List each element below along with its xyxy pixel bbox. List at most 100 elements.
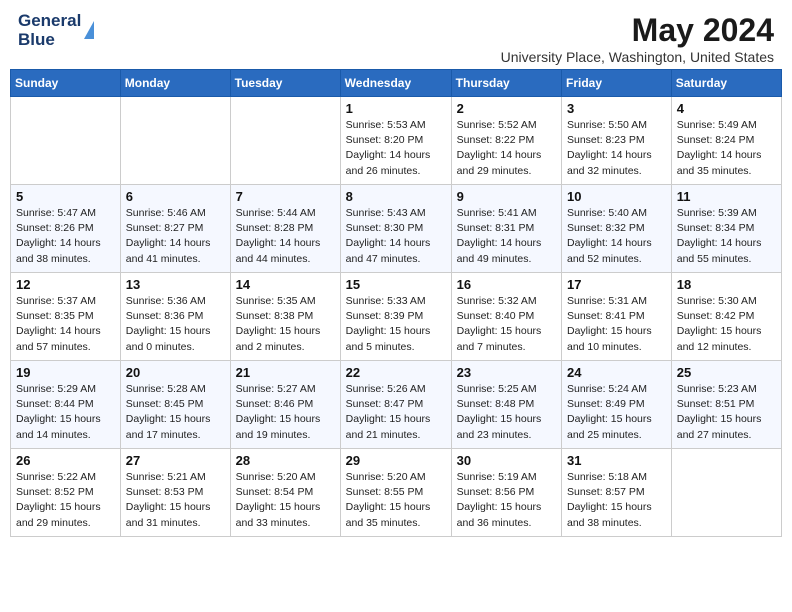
calendar-cell: 13Sunrise: 5:36 AM Sunset: 8:36 PM Dayli… <box>120 273 230 361</box>
calendar-cell: 8Sunrise: 5:43 AM Sunset: 8:30 PM Daylig… <box>340 185 451 273</box>
day-info: Sunrise: 5:40 AM Sunset: 8:32 PM Dayligh… <box>567 206 666 267</box>
calendar-cell: 22 Sunrise: 5:26 AM Sunset: 8:47 PM Dayli… <box>340 361 451 449</box>
day-info: Sunrise: 5:52 AM Sunset: 8:22 PM Dayligh… <box>457 118 556 179</box>
day-info: Sunrise: 5:39 AM Sunset: 8:34 PM Dayligh… <box>677 206 776 267</box>
logo-blue: Blue <box>18 31 81 50</box>
day-number: 30 <box>457 453 556 468</box>
day-number: 16 <box>457 277 556 292</box>
day-number: 13 <box>126 277 225 292</box>
calendar-cell <box>671 449 781 537</box>
calendar-cell: 25 Sunrise: 5:23 AM Sunset: 8:51 PM Dayli… <box>671 361 781 449</box>
day-of-week-header: Wednesday <box>340 70 451 97</box>
days-of-week-row: SundayMondayTuesdayWednesdayThursdayFrid… <box>11 70 782 97</box>
calendar-cell <box>230 97 340 185</box>
title-block: May 2024 University Place, Washington, U… <box>501 12 774 65</box>
month-title: May 2024 <box>501 12 774 49</box>
day-info: Sunrise: 5:24 AM Sunset: 8:49 PM Dayligh… <box>567 382 666 443</box>
calendar-cell: 30 Sunrise: 5:19 AM Sunset: 8:56 PM Dayli… <box>451 449 561 537</box>
calendar-header: SundayMondayTuesdayWednesdayThursdayFrid… <box>11 70 782 97</box>
calendar-week-row: 12Sunrise: 5:37 AM Sunset: 8:35 PM Dayli… <box>11 273 782 361</box>
calendar-cell: 4 Sunrise: 5:49 AM Sunset: 8:24 PM Daylig… <box>671 97 781 185</box>
logo-general: General <box>18 12 81 31</box>
day-number: 26 <box>16 453 115 468</box>
day-info: Sunrise: 5:19 AM Sunset: 8:56 PM Dayligh… <box>457 470 556 531</box>
calendar-body: 1 Sunrise: 5:53 AM Sunset: 8:20 PM Daylig… <box>11 97 782 537</box>
calendar-cell <box>120 97 230 185</box>
day-number: 22 <box>346 365 446 380</box>
calendar-cell: 17 Sunrise: 5:31 AM Sunset: 8:41 PM Dayli… <box>562 273 672 361</box>
calendar-cell: 12Sunrise: 5:37 AM Sunset: 8:35 PM Dayli… <box>11 273 121 361</box>
calendar-cell: 14Sunrise: 5:35 AM Sunset: 8:38 PM Dayli… <box>230 273 340 361</box>
day-number: 24 <box>567 365 666 380</box>
day-info: Sunrise: 5:27 AM Sunset: 8:46 PM Dayligh… <box>236 382 335 443</box>
day-info: Sunrise: 5:31 AM Sunset: 8:41 PM Dayligh… <box>567 294 666 355</box>
calendar-cell: 18Sunrise: 5:30 AM Sunset: 8:42 PM Dayli… <box>671 273 781 361</box>
calendar-wrapper: SundayMondayTuesdayWednesdayThursdayFrid… <box>0 69 792 547</box>
calendar-cell: 3Sunrise: 5:50 AM Sunset: 8:23 PM Daylig… <box>562 97 672 185</box>
day-info: Sunrise: 5:20 AM Sunset: 8:54 PM Dayligh… <box>236 470 335 531</box>
calendar-cell: 26 Sunrise: 5:22 AM Sunset: 8:52 PM Dayli… <box>11 449 121 537</box>
day-number: 25 <box>677 365 776 380</box>
day-number: 11 <box>677 189 776 204</box>
day-of-week-header: Monday <box>120 70 230 97</box>
day-info: Sunrise: 5:20 AM Sunset: 8:55 PM Dayligh… <box>346 470 446 531</box>
calendar-cell: 27Sunrise: 5:21 AM Sunset: 8:53 PM Dayli… <box>120 449 230 537</box>
day-info: Sunrise: 5:44 AM Sunset: 8:28 PM Dayligh… <box>236 206 335 267</box>
calendar-cell: 16 Sunrise: 5:32 AM Sunset: 8:40 PM Dayli… <box>451 273 561 361</box>
calendar-cell: 20 Sunrise: 5:28 AM Sunset: 8:45 PM Dayli… <box>120 361 230 449</box>
day-info: Sunrise: 5:33 AM Sunset: 8:39 PM Dayligh… <box>346 294 446 355</box>
day-number: 28 <box>236 453 335 468</box>
day-info: Sunrise: 5:28 AM Sunset: 8:45 PM Dayligh… <box>126 382 225 443</box>
calendar-cell: 5Sunrise: 5:47 AM Sunset: 8:26 PM Daylig… <box>11 185 121 273</box>
day-info: Sunrise: 5:25 AM Sunset: 8:48 PM Dayligh… <box>457 382 556 443</box>
day-info: Sunrise: 5:26 AM Sunset: 8:47 PM Dayligh… <box>346 382 446 443</box>
calendar-cell: 7Sunrise: 5:44 AM Sunset: 8:28 PM Daylig… <box>230 185 340 273</box>
day-number: 20 <box>126 365 225 380</box>
day-of-week-header: Saturday <box>671 70 781 97</box>
day-number: 31 <box>567 453 666 468</box>
logo: General Blue <box>18 12 94 49</box>
day-info: Sunrise: 5:29 AM Sunset: 8:44 PM Dayligh… <box>16 382 115 443</box>
calendar-cell: 19 Sunrise: 5:29 AM Sunset: 8:44 PM Dayli… <box>11 361 121 449</box>
day-number: 17 <box>567 277 666 292</box>
calendar-week-row: 1 Sunrise: 5:53 AM Sunset: 8:20 PM Daylig… <box>11 97 782 185</box>
calendar-cell: 24 Sunrise: 5:24 AM Sunset: 8:49 PM Dayli… <box>562 361 672 449</box>
calendar-cell: 29 Sunrise: 5:20 AM Sunset: 8:55 PM Dayli… <box>340 449 451 537</box>
day-number: 10 <box>567 189 666 204</box>
day-of-week-header: Thursday <box>451 70 561 97</box>
day-number: 1 <box>346 101 446 116</box>
calendar-cell: 23 Sunrise: 5:25 AM Sunset: 8:48 PM Dayli… <box>451 361 561 449</box>
calendar-cell: 2 Sunrise: 5:52 AM Sunset: 8:22 PM Daylig… <box>451 97 561 185</box>
calendar-cell: 9 Sunrise: 5:41 AM Sunset: 8:31 PM Daylig… <box>451 185 561 273</box>
logo-triangle-icon <box>84 21 94 39</box>
day-number: 29 <box>346 453 446 468</box>
day-number: 23 <box>457 365 556 380</box>
day-info: Sunrise: 5:23 AM Sunset: 8:51 PM Dayligh… <box>677 382 776 443</box>
calendar-week-row: 26 Sunrise: 5:22 AM Sunset: 8:52 PM Dayli… <box>11 449 782 537</box>
calendar-cell: 1 Sunrise: 5:53 AM Sunset: 8:20 PM Daylig… <box>340 97 451 185</box>
day-info: Sunrise: 5:41 AM Sunset: 8:31 PM Dayligh… <box>457 206 556 267</box>
day-info: Sunrise: 5:46 AM Sunset: 8:27 PM Dayligh… <box>126 206 225 267</box>
day-number: 9 <box>457 189 556 204</box>
page-header: General Blue May 2024 University Place, … <box>0 0 792 69</box>
day-number: 3 <box>567 101 666 116</box>
day-info: Sunrise: 5:32 AM Sunset: 8:40 PM Dayligh… <box>457 294 556 355</box>
day-number: 4 <box>677 101 776 116</box>
day-info: Sunrise: 5:43 AM Sunset: 8:30 PM Dayligh… <box>346 206 446 267</box>
calendar-cell: 15Sunrise: 5:33 AM Sunset: 8:39 PM Dayli… <box>340 273 451 361</box>
day-info: Sunrise: 5:53 AM Sunset: 8:20 PM Dayligh… <box>346 118 446 179</box>
day-number: 18 <box>677 277 776 292</box>
calendar-week-row: 5Sunrise: 5:47 AM Sunset: 8:26 PM Daylig… <box>11 185 782 273</box>
calendar-cell: 6Sunrise: 5:46 AM Sunset: 8:27 PM Daylig… <box>120 185 230 273</box>
calendar-cell: 28 Sunrise: 5:20 AM Sunset: 8:54 PM Dayli… <box>230 449 340 537</box>
day-of-week-header: Sunday <box>11 70 121 97</box>
calendar-cell: 21Sunrise: 5:27 AM Sunset: 8:46 PM Dayli… <box>230 361 340 449</box>
day-info: Sunrise: 5:49 AM Sunset: 8:24 PM Dayligh… <box>677 118 776 179</box>
day-of-week-header: Tuesday <box>230 70 340 97</box>
day-number: 2 <box>457 101 556 116</box>
day-info: Sunrise: 5:22 AM Sunset: 8:52 PM Dayligh… <box>16 470 115 531</box>
day-number: 19 <box>16 365 115 380</box>
logo-text: General Blue <box>18 12 81 49</box>
day-number: 5 <box>16 189 115 204</box>
calendar-cell <box>11 97 121 185</box>
